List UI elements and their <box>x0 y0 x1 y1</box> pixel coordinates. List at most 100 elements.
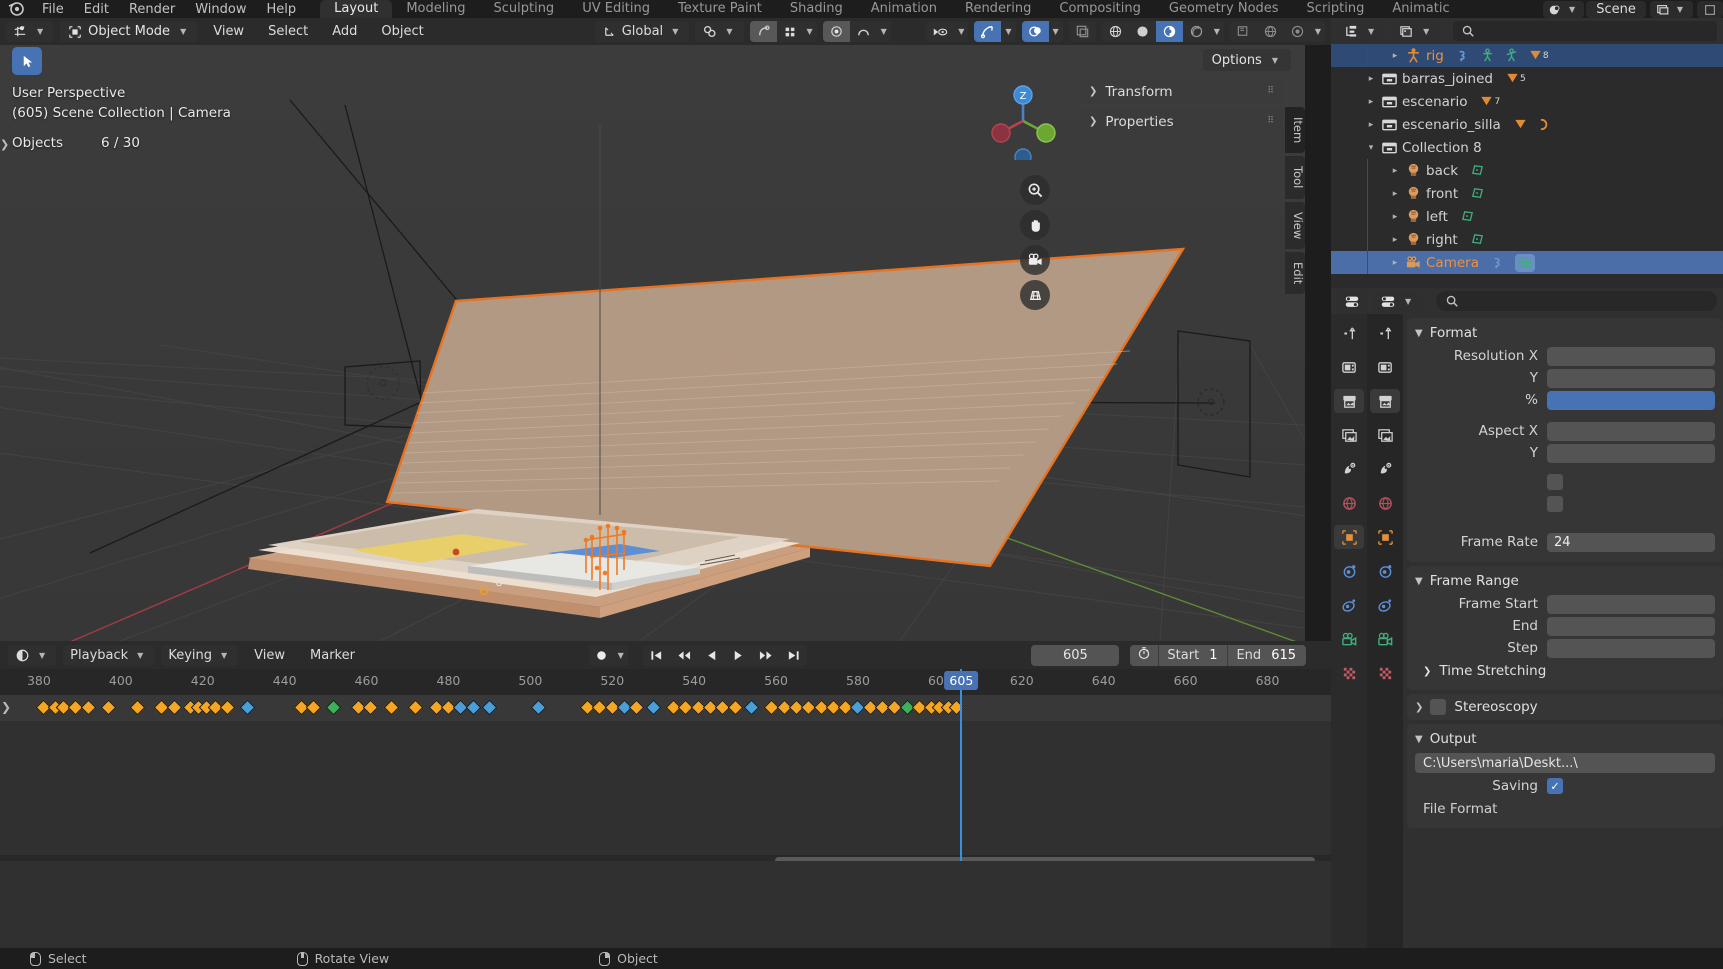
outliner-row-barras-joined[interactable]: ▸ barras_joined 5 <box>1331 67 1723 90</box>
tab-tool-icon-2[interactable] <box>1370 321 1400 345</box>
world-icon[interactable] <box>1257 21 1284 42</box>
timeline-expand-icon[interactable]: ❯ <box>1 700 11 714</box>
shading-wireframe-icon[interactable] <box>1102 21 1129 42</box>
frame-range-group[interactable]: Start 1 End 615 <box>1130 644 1307 666</box>
modifier-icon[interactable] <box>1537 117 1552 132</box>
chevron-right-icon[interactable]: ▸ <box>1363 74 1379 84</box>
overlays-group[interactable]: ▼ <box>1021 21 1063 42</box>
keyframe-marker[interactable] <box>80 699 96 716</box>
viewport-menu-view[interactable]: View <box>204 21 253 42</box>
keyframe-marker[interactable] <box>100 699 117 716</box>
transport-controls[interactable] <box>642 644 807 666</box>
viewport-3d[interactable]: ❯ User Perspective (605) Scene Collectio… <box>0 45 1305 641</box>
chevron-right-icon[interactable]: ▸ <box>1387 189 1403 199</box>
visibility-group[interactable]: ▼ <box>926 21 969 42</box>
outliner-row-left[interactable]: ▸ left <box>1331 205 1723 228</box>
input-resolution-percent[interactable] <box>1547 390 1715 410</box>
tab-view-layer-icon[interactable] <box>1334 423 1364 447</box>
armature-pose-icon[interactable] <box>1504 48 1519 63</box>
menu-help[interactable]: Help <box>257 2 307 18</box>
keyframe-marker[interactable] <box>129 699 145 716</box>
scene-lights-icon[interactable] <box>1230 21 1257 42</box>
timeline-body[interactable] <box>0 695 1331 861</box>
tab-physics-icon[interactable] <box>1334 593 1364 617</box>
outliner-row-right[interactable]: ▸ right <box>1331 228 1723 251</box>
subpanel-time-stretching[interactable]: ❯ Time Stretching <box>1407 660 1723 682</box>
outliner-filter-icon[interactable]: ▼ <box>1392 20 1441 42</box>
chevron-right-icon[interactable]: ▸ <box>1387 235 1403 245</box>
auto-keying-group[interactable]: ▼ <box>588 644 628 666</box>
chevron-right-icon[interactable]: ▸ <box>1387 51 1403 61</box>
object-mode-selector[interactable]: Object Mode ▼ <box>60 21 199 42</box>
checkbox-stereoscopy[interactable] <box>1430 699 1447 715</box>
panel-output-header[interactable]: ▼ Output <box>1407 728 1723 750</box>
keyframe-marker[interactable] <box>645 699 661 716</box>
tab-shading[interactable]: Shading <box>776 0 857 18</box>
proportional-editing-group[interactable]: ▼ <box>749 21 817 42</box>
falloff-curve-icon[interactable] <box>850 21 877 42</box>
end-value[interactable]: 615 <box>1269 648 1306 663</box>
tab-texture-paint[interactable]: Texture Paint <box>664 0 776 18</box>
tab-scene-icon[interactable] <box>1334 457 1364 481</box>
drag-handle-icon[interactable]: ⠿ <box>1267 117 1275 126</box>
viewport-options-button[interactable]: Options ▼ <box>1202 49 1291 71</box>
tab-view-layer-icon-2[interactable] <box>1370 423 1400 447</box>
outliner-search-input[interactable] <box>1453 21 1717 41</box>
subpanel-file-format[interactable]: File Format <box>1407 798 1723 820</box>
shading-solid-icon[interactable] <box>1129 21 1156 42</box>
auto-keying-record-icon[interactable] <box>589 645 614 666</box>
sidebar-collapse-icon[interactable]: ❯ <box>0 138 9 151</box>
tab-texture-icon-2[interactable] <box>1370 661 1400 685</box>
tab-world-icon[interactable] <box>1334 491 1364 515</box>
input-output-path[interactable]: C:\Users\maria\Deskt...\ <box>1415 753 1715 773</box>
panel-stereoscopy-header[interactable]: ❯ Stereoscopy <box>1407 696 1723 718</box>
shading-modes-group[interactable]: ▼ <box>1101 21 1224 42</box>
start-value[interactable]: 1 <box>1207 648 1227 663</box>
timeline-menu-marker[interactable]: Marker <box>301 645 364 666</box>
proportional-edit-icon[interactable] <box>749 21 777 42</box>
keyframe-marker[interactable] <box>530 699 547 716</box>
jump-to-end-icon[interactable] <box>780 645 807 666</box>
editor-type-3dview-icon[interactable]: ▼ <box>6 21 55 42</box>
keyframe-marker[interactable] <box>219 699 236 716</box>
tab-view[interactable]: View <box>1285 201 1305 249</box>
outliner-row-collection-8[interactable]: ▾ Collection 8 <box>1331 136 1723 159</box>
tab-geometry-nodes[interactable]: Geometry Nodes <box>1155 0 1293 18</box>
tab-object-data-camera-icon[interactable] <box>1334 627 1364 651</box>
keyframe-marker[interactable] <box>743 699 760 716</box>
shading-rendered-icon[interactable] <box>1183 21 1210 42</box>
keyframe-marker[interactable] <box>239 699 256 716</box>
tab-render-icon-2[interactable] <box>1370 355 1400 379</box>
use-preview-range-icon[interactable] <box>1130 646 1158 664</box>
overlays-icon[interactable] <box>1021 21 1049 42</box>
mesh-count-icon[interactable]: 8 <box>1528 48 1549 63</box>
keyframe-marker[interactable] <box>166 699 182 716</box>
play-reverse-icon[interactable] <box>699 645 725 666</box>
input-frame-end[interactable] <box>1547 616 1715 636</box>
outliner-tree[interactable]: ▸ rig 8 ▸ barras_joined 5 ▸ escenario 7 ▸ escenari… <box>1331 44 1723 288</box>
current-frame-field[interactable]: 605 <box>1031 644 1120 666</box>
timeline-menu-keying[interactable]: Keying ▼ <box>161 644 239 666</box>
tab-output-icon-2[interactable] <box>1370 389 1400 413</box>
viewport-menu-object[interactable]: Object <box>372 21 432 42</box>
chevron-right-icon[interactable]: ▸ <box>1363 97 1379 107</box>
playhead-line[interactable] <box>960 669 963 861</box>
proportional-falloff-icon[interactable] <box>777 21 803 42</box>
timeline-ruler[interactable]: 380 400 420 440 460 480 500 520 540 560 580 600 620 6… <box>0 669 1331 695</box>
outliner-row-escenario-silla[interactable]: ▸ escenario_silla <box>1331 113 1723 136</box>
tab-render-icon[interactable] <box>1334 355 1364 379</box>
properties-editor-icon[interactable] <box>1337 290 1367 312</box>
xray-icon[interactable] <box>1069 21 1096 42</box>
outliner-row-back[interactable]: ▸ back <box>1331 159 1723 182</box>
jump-to-start-icon[interactable] <box>643 645 670 666</box>
chevron-right-icon[interactable]: ▸ <box>1387 212 1403 222</box>
timeline-menu-playback[interactable]: Playback ▼ <box>63 644 155 666</box>
keyframe-marker[interactable] <box>465 699 481 716</box>
blender-logo-icon[interactable] <box>6 0 32 18</box>
mesh-count-icon[interactable] <box>1513 117 1528 132</box>
timeline-editor-icon[interactable]: ▼ <box>8 644 57 666</box>
dropdown-frame-rate[interactable]: 24 <box>1547 532 1715 552</box>
tab-sculpting[interactable]: Sculpting <box>479 0 568 18</box>
keyframe-marker[interactable] <box>325 699 342 716</box>
properties-panels[interactable]: ▼ Format Resolution X Y % Aspect X Y Fra… <box>1403 314 1723 948</box>
